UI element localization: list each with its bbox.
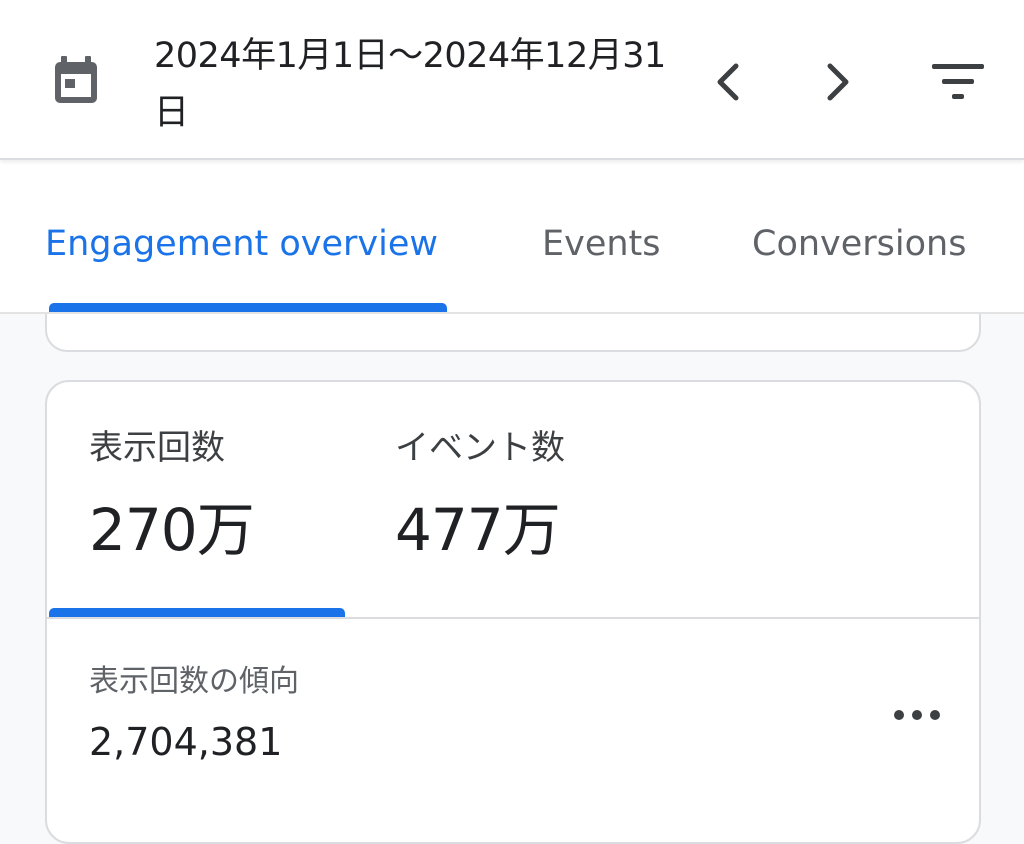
metric-value-views[interactable]: 270万 (89, 494, 255, 566)
more-horizontal-icon[interactable] (889, 700, 945, 730)
selected-metric-indicator (49, 608, 345, 617)
filter-icon[interactable] (930, 62, 986, 102)
top-app-bar: 2024年1月1日～2024年12月31日 (0, 0, 1024, 160)
trend-value: 2,704,381 (89, 720, 283, 764)
tab-conversions[interactable]: Conversions (752, 222, 966, 266)
active-tab-indicator (49, 303, 447, 312)
tab-engagement-overview[interactable]: Engagement overview (45, 222, 438, 266)
metric-label-events[interactable]: イベント数 (395, 426, 565, 470)
tab-bar: Engagement overview Events Conversions (0, 160, 1024, 314)
chevron-left-icon[interactable] (708, 58, 748, 106)
metric-label-views[interactable]: 表示回数 (89, 426, 225, 470)
metric-value-events[interactable]: 477万 (395, 494, 561, 566)
calendar-icon[interactable] (52, 56, 100, 106)
tab-events[interactable]: Events (542, 222, 661, 266)
date-range-label[interactable]: 2024年1月1日～2024年12月31日 (154, 28, 674, 142)
card-divider (47, 617, 979, 619)
metrics-card: 表示回数 270万 イベント数 477万 表示回数の傾向 2,704,381 (45, 380, 981, 844)
trend-label: 表示回数の傾向 (89, 664, 299, 699)
chevron-right-icon[interactable] (818, 58, 858, 106)
